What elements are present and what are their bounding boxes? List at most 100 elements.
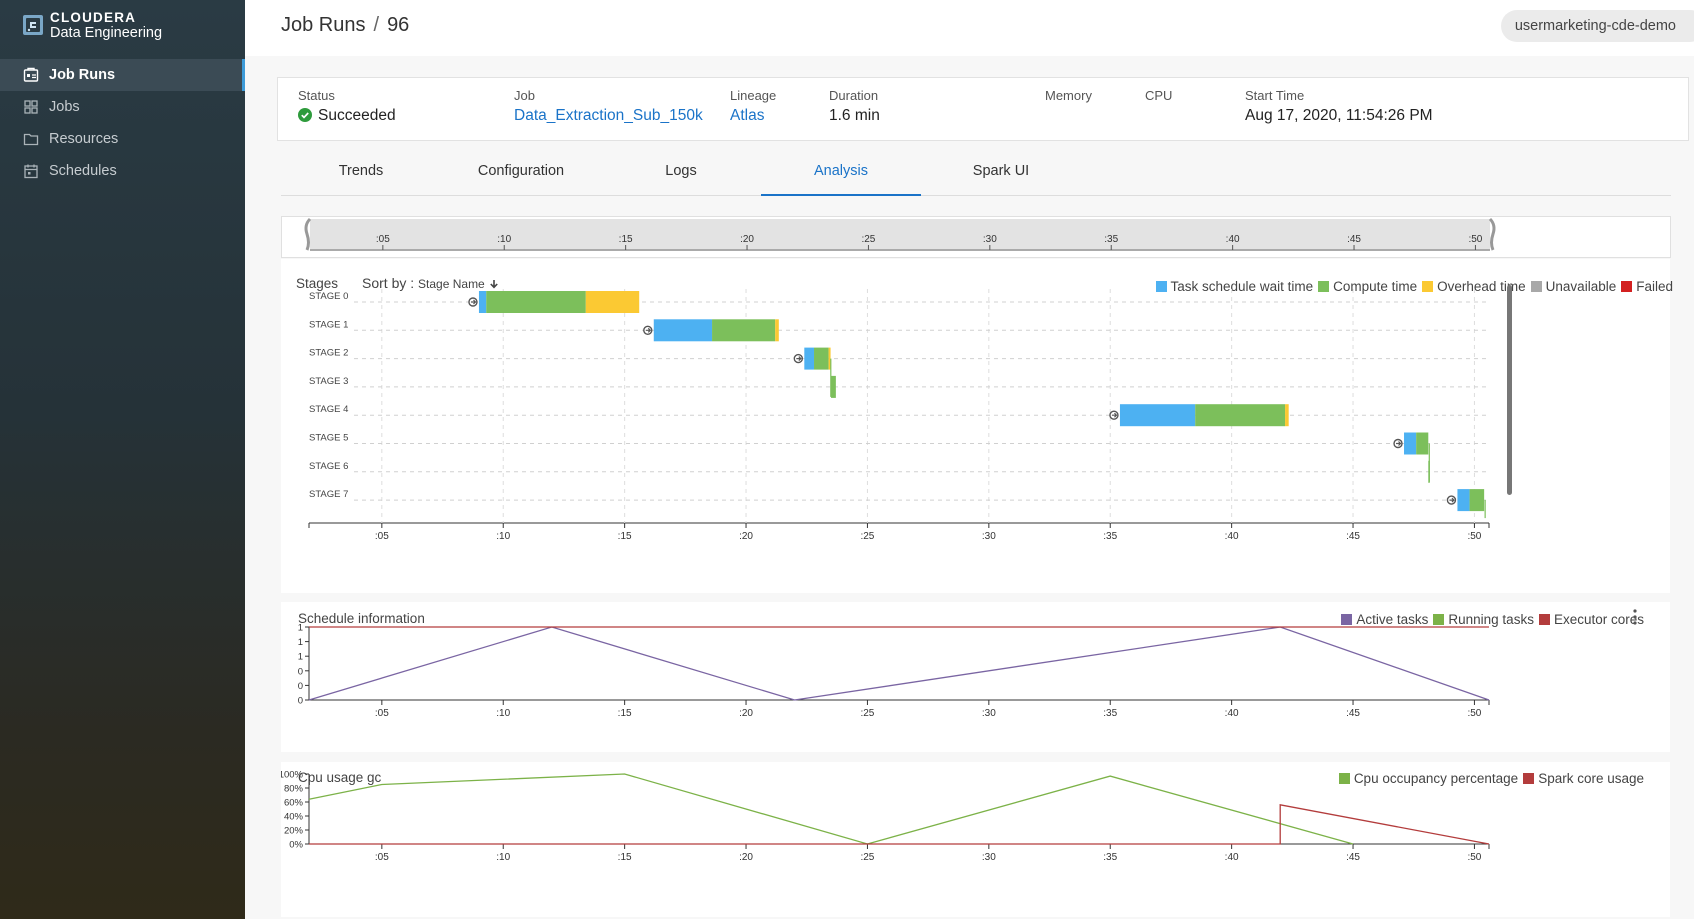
brush-tick-label: :35: [1104, 234, 1118, 245]
cpu-y-tick-label: 100%: [281, 770, 304, 781]
cpu-y-tick-label: 40%: [284, 812, 304, 823]
sched-y-tick-label: 1: [298, 623, 303, 634]
stages-tick-label: :50: [1467, 531, 1481, 542]
brand-logo[interactable]: CLOUDERA Data Engineering: [22, 8, 162, 42]
start-time-value: Aug 17, 2020, 11:54:26 PM: [1245, 107, 1433, 124]
brush-tick-label: :15: [619, 234, 633, 245]
sched-x-tick-label: :05: [375, 708, 389, 719]
duration-value: 1.6 min: [829, 107, 880, 124]
cloudera-logo-icon: [23, 15, 43, 35]
brush-tick-label: :20: [740, 234, 754, 245]
stage-compute-bar: [814, 347, 829, 370]
cpu-x-tick-label: :05: [375, 852, 389, 863]
status-text: Succeeded: [318, 107, 396, 124]
sched-x-tick-label: :40: [1225, 708, 1239, 719]
cpu-x-tick-label: :25: [860, 852, 874, 863]
sched-x-tick-label: :45: [1346, 708, 1360, 719]
sched-x-tick-label: :15: [618, 708, 632, 719]
stages-tick-label: :25: [860, 531, 874, 542]
stage-compute-bar: [831, 375, 836, 398]
sidebar-item-schedules[interactable]: Schedules: [0, 155, 245, 187]
cpu-x-tick-label: :45: [1346, 852, 1360, 863]
breadcrumb-job-runs-link[interactable]: Job Runs: [281, 14, 366, 36]
stage-label: STAGE 2: [309, 348, 348, 359]
stage-label: STAGE 7: [309, 489, 348, 500]
breadcrumb-separator: /: [373, 14, 380, 36]
brush-tick-label: :25: [861, 234, 875, 245]
tab-spark-ui[interactable]: Spark UI: [921, 150, 1081, 194]
stage-label: STAGE 5: [309, 433, 348, 444]
tab-trends[interactable]: Trends: [281, 150, 441, 194]
cpu-x-tick-label: :40: [1225, 852, 1239, 863]
cpu-y-tick-label: 80%: [284, 784, 304, 795]
stage-wait-bar: [653, 319, 713, 342]
sched-series-line: [308, 626, 1490, 701]
stage-label: STAGE 0: [309, 291, 348, 302]
cpu-series-line: [309, 804, 1490, 845]
time-range-selector[interactable]: :05:10:15:20:25:30:35:40:45:50: [281, 216, 1671, 258]
schedule-line-chart: 1 1 1 0 0 0:05:10:15:20:25:30:35:40:45:50: [298, 623, 1490, 719]
brush-right-handle: [1488, 217, 1496, 251]
cpu-x-tick-label: :20: [739, 852, 753, 863]
brand-product: Data Engineering: [50, 24, 163, 41]
stage-compute-bar: [1416, 432, 1429, 455]
stage-wait-bar: [1119, 404, 1196, 427]
start-time-label: Start Time: [1245, 88, 1305, 103]
stage-compute-bar: [486, 291, 586, 313]
cpu-y-tick-label: 0%: [289, 840, 303, 851]
top-header: Job Runs / 96 usermarketing-cde-demo: [245, 0, 1694, 56]
sched-y-tick-label: 0: [298, 681, 303, 692]
breadcrumb: Job Runs / 96: [281, 14, 409, 37]
sidebar-item-job-runs[interactable]: Job Runs: [0, 59, 245, 91]
brush-tick-label: :45: [1347, 234, 1361, 245]
cpu-x-tick-label: :10: [496, 852, 510, 863]
stage-compute-bar: [1469, 489, 1485, 512]
stages-tick-label: :40: [1225, 531, 1239, 542]
sched-y-tick-label: 0: [298, 696, 303, 707]
stage-compute-bar: [712, 319, 776, 342]
time-range-brush[interactable]: :05:10:15:20:25:30:35:40:45:50: [282, 217, 1670, 257]
sched-y-tick-label: 1: [298, 652, 303, 663]
memory-label: Memory: [1045, 88, 1092, 103]
lineage-atlas-link[interactable]: Atlas: [730, 107, 764, 125]
brush-tick-label: :50: [1468, 234, 1482, 245]
status-label: Status: [298, 88, 335, 103]
cpu-x-tick-label: :50: [1467, 852, 1481, 863]
cpu-y-tick-label: 20%: [284, 826, 304, 837]
stage-overhead-bar: [1285, 404, 1289, 427]
job-link[interactable]: Data_Extraction_Sub_150k: [514, 107, 703, 125]
stage-overhead-bar: [585, 291, 640, 313]
calendar-icon: [24, 164, 38, 179]
tab-logs[interactable]: Logs: [601, 150, 761, 194]
tab-configuration[interactable]: Configuration: [441, 150, 601, 194]
sched-x-tick-label: :50: [1467, 708, 1481, 719]
sidebar: CLOUDERA Data Engineering Job Runs Jobs …: [0, 0, 245, 919]
sched-y-tick-label: 1: [298, 637, 303, 648]
sched-y-tick-label: 0: [298, 666, 303, 677]
sidebar-item-resources[interactable]: Resources: [0, 123, 245, 155]
brush-selection: [310, 219, 1490, 249]
stage-wait-bar: [478, 291, 487, 313]
stage-label: STAGE 4: [309, 404, 348, 415]
sched-x-tick-label: :10: [496, 708, 510, 719]
stage-wait-bar: [1404, 432, 1417, 455]
tab-analysis[interactable]: Analysis: [761, 150, 921, 196]
cpu-label: CPU: [1145, 88, 1173, 103]
brush-tick-label: :05: [376, 234, 390, 245]
breadcrumb-run-id: 96: [387, 14, 410, 36]
virtual-cluster-chip[interactable]: usermarketing-cde-demo: [1500, 10, 1694, 42]
sched-x-tick-label: :20: [739, 708, 753, 719]
duration-label: Duration: [829, 88, 879, 103]
sidebar-item-label: Jobs: [49, 99, 80, 115]
brand-name: CLOUDERA: [50, 9, 137, 25]
cpu-x-tick-label: :15: [618, 852, 632, 863]
sidebar-item-label: Resources: [49, 131, 119, 147]
brush-tick-label: :30: [983, 234, 997, 245]
sidebar-item-label: Schedules: [49, 163, 117, 179]
stages-tick-label: :45: [1346, 531, 1360, 542]
stages-tick-label: :20: [739, 531, 753, 542]
cpu-usage-panel: Cpu usage gc Cpu occupancy percentage Sp…: [281, 762, 1670, 917]
sidebar-item-jobs[interactable]: Jobs: [0, 91, 245, 123]
sidebar-item-label: Job Runs: [49, 67, 116, 83]
job-label: Job: [514, 88, 535, 103]
